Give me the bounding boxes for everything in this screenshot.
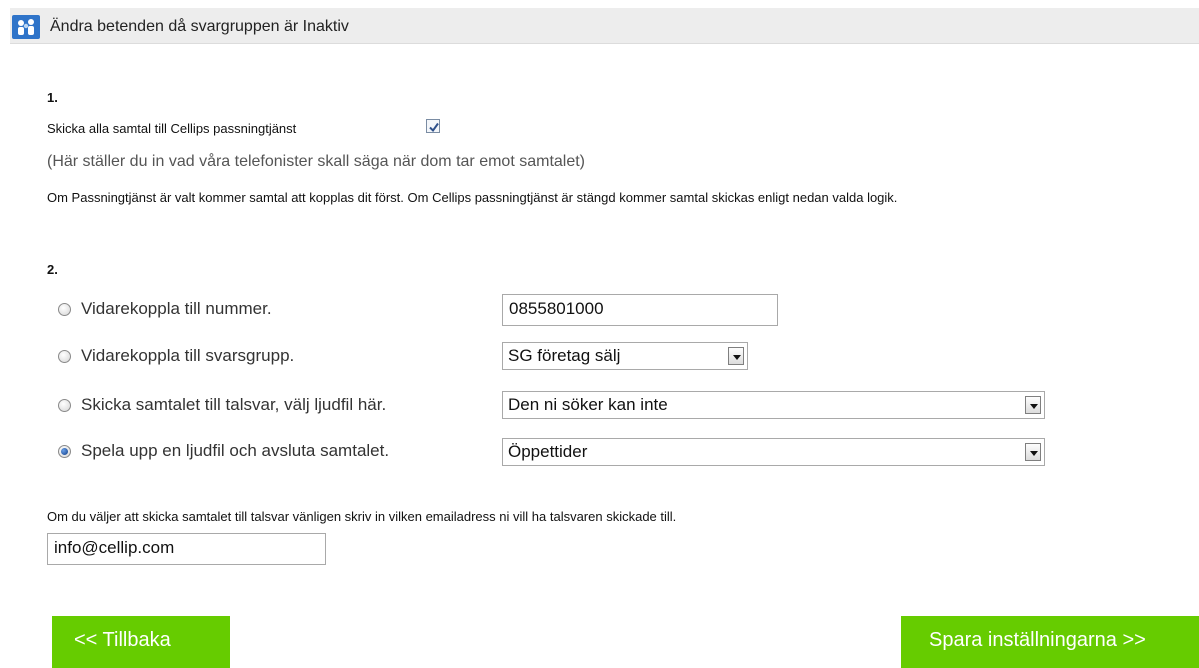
radio-voicemail[interactable] — [58, 399, 71, 412]
save-settings-button[interactable]: Spara inställningarna >> — [901, 616, 1199, 668]
group-users-icon — [12, 15, 40, 39]
chevron-down-icon[interactable] — [728, 347, 744, 365]
email-input[interactable]: info@cellip.com — [47, 533, 326, 565]
checkmark-icon — [429, 122, 439, 133]
forward-number-input[interactable]: 0855801000 — [502, 294, 778, 326]
chevron-down-icon[interactable] — [1025, 443, 1041, 461]
page-header: Ändra betenden då svargruppen är Inaktiv — [10, 8, 1199, 44]
step-1-label: 1. — [47, 90, 58, 105]
hangup-audio-select[interactable]: Öppettider — [502, 438, 1045, 466]
option-label: Spela upp en ljudfil och avsluta samtale… — [81, 441, 390, 460]
radio-forward-group[interactable] — [58, 350, 71, 363]
select-value: Den ni söker kan inte — [508, 395, 668, 414]
option-label: Skicka samtalet till talsvar, välj ljudf… — [81, 395, 387, 414]
step-2-label: 2. — [47, 262, 58, 277]
option-label: Vidarekoppla till svarsgrupp. — [81, 346, 295, 365]
radio-play-and-hangup[interactable] — [58, 445, 71, 458]
chevron-down-icon[interactable] — [1025, 396, 1041, 414]
select-value: Öppettider — [508, 442, 588, 461]
back-button[interactable]: << Tillbaka — [52, 616, 230, 668]
email-prompt: Om du väljer att skicka samtalet till ta… — [47, 509, 677, 524]
voicemail-audio-select[interactable]: Den ni söker kan inte — [502, 391, 1045, 419]
telefonist-note: (Här ställer du in vad våra telefonister… — [47, 153, 586, 170]
answer-group-select[interactable]: SG företag sälj — [502, 342, 748, 370]
passning-checkbox-label: Skicka alla samtal till Cellips passning… — [47, 121, 297, 136]
page-title: Ändra betenden då svargruppen är Inaktiv — [50, 18, 349, 35]
passning-checkbox[interactable] — [426, 119, 440, 133]
select-value: SG företag sälj — [508, 346, 621, 365]
passning-description: Om Passningtjänst är valt kommer samtal … — [47, 190, 898, 205]
option-label: Vidarekoppla till nummer. — [81, 299, 272, 318]
radio-forward-number[interactable] — [58, 303, 71, 316]
